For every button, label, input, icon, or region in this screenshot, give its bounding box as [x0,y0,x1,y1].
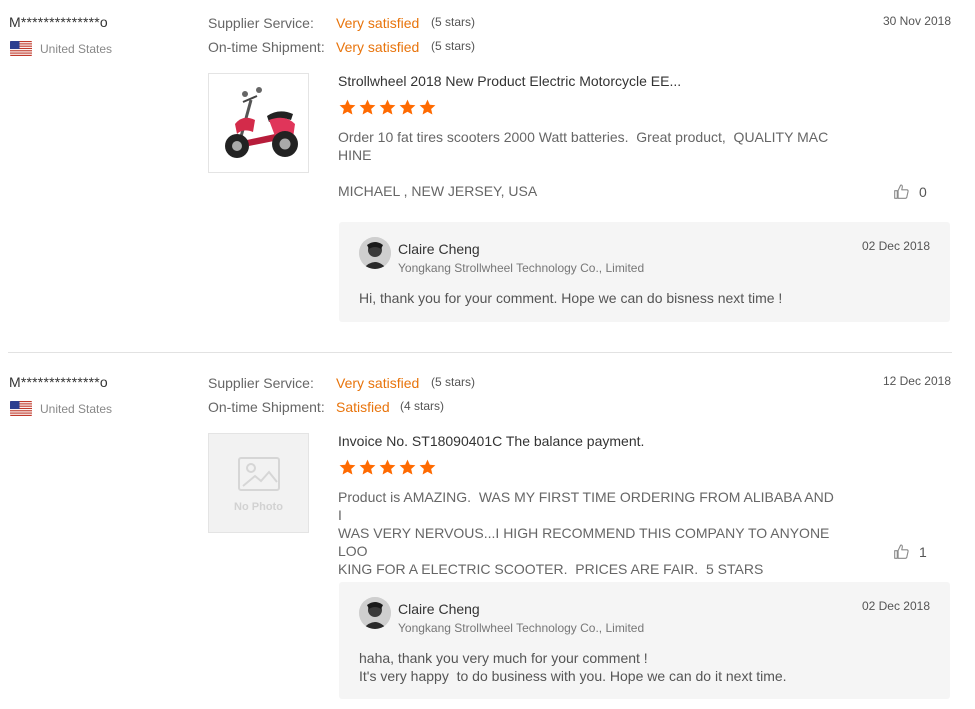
supplier-reply: Claire Cheng Yongkang Strollwheel Techno… [339,582,950,699]
review-item: M**************o United States Supplier … [0,360,975,709]
on-time-shipment-rating: On-time Shipment: Satisfied (4 stars) [208,399,444,415]
star-icon [419,99,436,115]
review-signature: MICHAEL , NEW JERSEY, USA [338,183,538,199]
star-icon [339,99,356,115]
review-item: M**************o United States Supplier … [0,0,975,340]
rating-value: Satisfied [336,399,390,415]
reply-text: haha, thank you very much for your comme… [359,650,787,684]
avatar [359,237,391,269]
product-thumbnail[interactable]: No Photo [208,433,309,533]
buyer-country: United States [10,401,112,416]
star-icon [399,459,416,475]
country-label: United States [40,41,113,56]
like-count: 1 [919,543,927,560]
electric-scooter-image [209,74,308,172]
rating-value: Very satisfied [336,375,420,391]
rating-stars-text: (5 stars) [431,375,476,389]
us-flag-icon [10,401,32,416]
reply-date: 02 Dec 2018 [861,239,930,253]
rating-label: Supplier Service: [208,15,314,31]
reply-company: Yongkang Strollwheel Technology Co., Lim… [398,621,645,635]
buyer-name: M**************o [9,374,108,390]
image-placeholder-icon [237,457,280,491]
like-count: 0 [919,183,927,200]
review-divider [8,352,952,353]
no-photo-label: No Photo [234,501,283,513]
thumbs-up-icon [894,184,909,199]
on-time-shipment-rating: On-time Shipment: Very satisfied (5 star… [208,39,475,55]
supplier-service-rating: Supplier Service: Very satisfied (5 star… [208,375,475,391]
star-icon [359,99,376,115]
product-title-link[interactable]: Strollwheel 2018 New Product Electric Mo… [338,73,681,89]
reply-company: Yongkang Strollwheel Technology Co., Lim… [398,261,645,275]
star-icon [359,459,376,475]
product-title-link[interactable]: Invoice No. ST18090401C The balance paym… [338,433,644,449]
reply-date: 02 Dec 2018 [861,599,930,613]
rating-label: On-time Shipment: [208,39,325,55]
buyer-name: M**************o [9,14,108,30]
rating-label: Supplier Service: [208,375,314,391]
reply-author-name: Claire Cheng [398,241,480,257]
reply-author-name: Claire Cheng [398,601,480,617]
rating-stars-text: (5 stars) [431,15,476,29]
us-flag-icon [10,41,32,56]
rating-stars-text: (5 stars) [431,39,476,53]
like-button[interactable]: 0 [893,183,927,200]
no-photo-placeholder: No Photo [209,456,308,513]
avatar-image [359,237,391,269]
review-comment: Product is AMAZING. WAS MY FIRST TIME OR… [338,489,834,577]
like-button[interactable]: 1 [893,543,927,560]
star-icon [379,459,396,475]
rating-label: On-time Shipment: [208,399,325,415]
star-icon [379,99,396,115]
supplier-service-rating: Supplier Service: Very satisfied (5 star… [208,15,475,31]
star-icon [419,459,436,475]
rating-value: Very satisfied [336,39,420,55]
country-label: United States [40,401,113,416]
star-rating [338,458,437,477]
avatar-image [359,597,391,629]
avatar [359,597,391,629]
review-date: 30 Nov 2018 [882,14,951,28]
rating-value: Very satisfied [336,15,420,31]
review-date: 12 Dec 2018 [882,374,951,388]
product-thumbnail[interactable] [208,73,309,173]
thumbs-up-icon [894,544,909,559]
star-icon [399,99,416,115]
star-icon [339,459,356,475]
rating-stars-text: (4 stars) [400,399,445,413]
buyer-country: United States [10,41,112,56]
review-comment: Order 10 fat tires scooters 2000 Watt ba… [338,129,829,163]
reply-text: Hi, thank you for your comment. Hope we … [359,290,783,306]
supplier-reply: Claire Cheng Yongkang Strollwheel Techno… [339,222,950,322]
star-rating [338,98,437,117]
